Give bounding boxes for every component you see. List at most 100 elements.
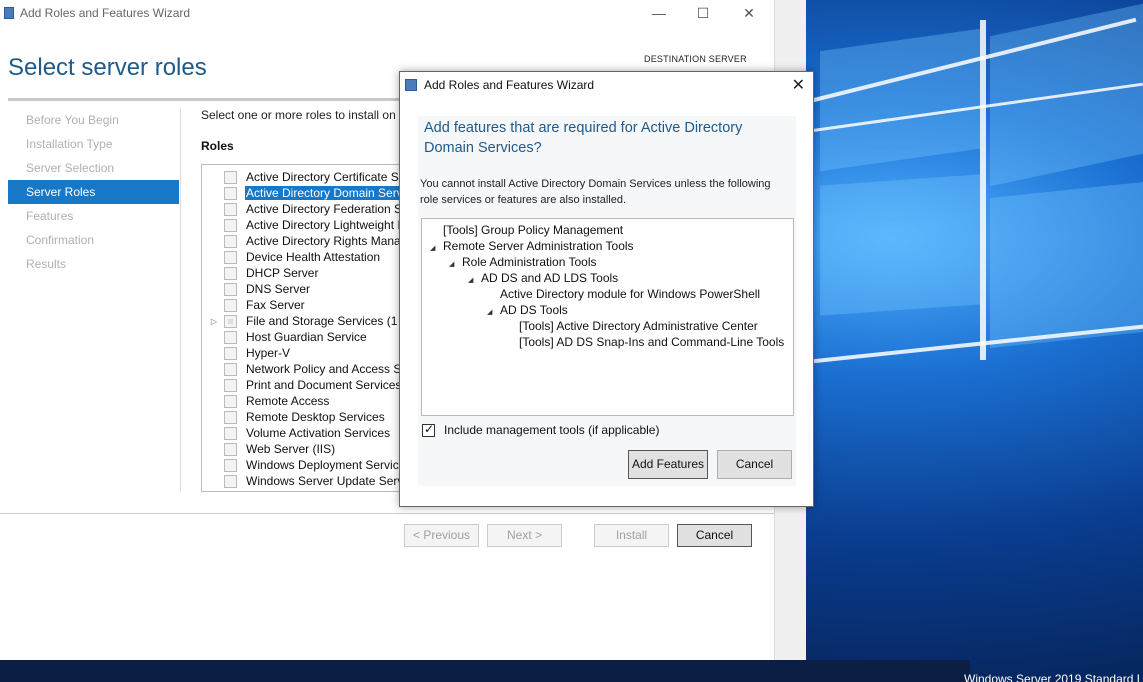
next-button[interactable]: Next > bbox=[487, 524, 562, 547]
role-checkbox[interactable] bbox=[224, 298, 237, 312]
include-tools-checkbox[interactable] bbox=[422, 422, 435, 437]
role-checkbox[interactable] bbox=[224, 218, 237, 232]
role-checkbox[interactable] bbox=[224, 314, 237, 328]
collapse-icon[interactable]: ◢ bbox=[487, 305, 495, 321]
role-label: DHCP Server bbox=[246, 266, 319, 280]
role-label: Fax Server bbox=[246, 298, 305, 312]
role-label: Windows Server Update Servi bbox=[246, 474, 407, 488]
role-item[interactable]: Device Health Attestation bbox=[202, 249, 381, 265]
role-item[interactable]: ▷ File and Storage Services (1 o bbox=[202, 313, 408, 329]
close-icon[interactable]: ✕ bbox=[792, 75, 805, 95]
role-checkbox[interactable] bbox=[224, 202, 237, 216]
install-button[interactable]: Install bbox=[594, 524, 669, 547]
nav-item-installation-type[interactable]: Installation Type bbox=[8, 132, 179, 156]
role-item[interactable]: Network Policy and Access Se bbox=[202, 361, 409, 377]
include-tools-option[interactable]: Include management tools (if applicable) bbox=[422, 422, 659, 437]
required-features-tree[interactable]: [Tools] Group Policy Management ◢ Remote … bbox=[421, 218, 794, 416]
tree-node[interactable]: ◢ AD DS Tools bbox=[487, 302, 568, 318]
role-checkbox[interactable] bbox=[224, 346, 237, 360]
role-checkbox[interactable] bbox=[224, 234, 237, 248]
wizard-icon bbox=[4, 7, 14, 19]
tree-node[interactable]: ◢ Role Administration Tools bbox=[449, 254, 597, 270]
wizard-nav: Before You Begin Installation Type Serve… bbox=[8, 108, 179, 276]
role-label: Remote Desktop Services bbox=[246, 410, 385, 424]
cancel-button[interactable]: Cancel bbox=[677, 524, 752, 547]
role-label: Active Directory Certificate Se bbox=[246, 170, 406, 184]
tree-node: Active Directory module for Windows Powe… bbox=[500, 287, 761, 301]
role-item[interactable]: Fax Server bbox=[202, 297, 306, 313]
role-item[interactable]: Active Directory Domain Serv bbox=[202, 185, 404, 201]
role-checkbox[interactable] bbox=[224, 282, 237, 296]
nav-item-confirmation[interactable]: Confirmation bbox=[8, 228, 179, 252]
nav-item-server-selection[interactable]: Server Selection bbox=[8, 156, 179, 180]
dialog-cancel-button[interactable]: Cancel bbox=[717, 450, 792, 479]
add-features-button[interactable]: Add Features bbox=[628, 450, 708, 479]
page-title: Select server roles bbox=[8, 54, 207, 81]
role-item[interactable]: Active Directory Certificate Se bbox=[202, 169, 406, 185]
role-item[interactable]: Active Directory Lightweight I bbox=[202, 217, 402, 233]
minimize-icon[interactable]: — bbox=[636, 0, 682, 26]
role-item[interactable]: Host Guardian Service bbox=[202, 329, 368, 345]
role-item[interactable]: Active Directory Rights Mana bbox=[202, 233, 402, 249]
collapse-icon[interactable]: ◢ bbox=[430, 241, 438, 257]
close-icon[interactable]: ✕ bbox=[726, 0, 772, 26]
dialog-titlebar[interactable]: Add Roles and Features Wizard ✕ bbox=[400, 72, 813, 98]
role-label: Host Guardian Service bbox=[246, 330, 367, 344]
role-label: Device Health Attestation bbox=[246, 250, 381, 264]
role-item[interactable]: Remote Access bbox=[202, 393, 330, 409]
role-item[interactable]: Hyper-V bbox=[202, 345, 291, 361]
previous-button[interactable]: < Previous bbox=[404, 524, 479, 547]
role-label: Active Directory Lightweight I bbox=[246, 218, 401, 232]
role-label: Hyper-V bbox=[246, 346, 291, 360]
role-item[interactable]: DNS Server bbox=[202, 281, 311, 297]
role-item[interactable]: Windows Deployment Service bbox=[202, 457, 406, 473]
os-watermark: Windows Server 2019 Standard Ev bbox=[964, 672, 1139, 682]
nav-item-before-you-begin[interactable]: Before You Begin bbox=[8, 108, 179, 132]
role-label: Active Directory Domain Serv bbox=[245, 186, 404, 200]
tree-node: [Tools] AD DS Snap-Ins and Command-Line … bbox=[519, 335, 785, 349]
role-item[interactable]: DHCP Server bbox=[202, 265, 319, 281]
tree-node[interactable]: ◢ AD DS and AD LDS Tools bbox=[468, 270, 618, 286]
role-label: Active Directory Rights Mana bbox=[246, 234, 401, 248]
role-item[interactable]: Windows Server Update Servi bbox=[202, 473, 407, 489]
role-checkbox[interactable] bbox=[224, 186, 237, 200]
role-item[interactable]: Web Server (IIS) bbox=[202, 441, 336, 457]
role-item[interactable]: Volume Activation Services bbox=[202, 425, 391, 441]
role-label: Remote Access bbox=[246, 394, 330, 408]
tree-node: [Tools] Active Directory Administrative … bbox=[519, 319, 758, 333]
collapse-icon[interactable]: ◢ bbox=[449, 257, 457, 273]
light-beam bbox=[980, 20, 986, 360]
role-checkbox[interactable] bbox=[224, 330, 237, 344]
role-checkbox[interactable] bbox=[224, 250, 237, 264]
main-titlebar[interactable]: Add Roles and Features Wizard — ☐ ✕ bbox=[0, 0, 805, 26]
instruction-text: Select one or more roles to install on bbox=[201, 108, 396, 122]
role-checkbox[interactable] bbox=[224, 442, 237, 456]
tree-node[interactable]: ◢ Remote Server Administration Tools bbox=[430, 238, 634, 254]
role-label: Windows Deployment Service bbox=[246, 458, 406, 472]
role-item[interactable]: Remote Desktop Services bbox=[202, 409, 386, 425]
role-item[interactable]: Print and Document Services bbox=[202, 377, 402, 393]
collapse-icon[interactable]: ◢ bbox=[468, 273, 476, 289]
role-checkbox[interactable] bbox=[224, 394, 237, 408]
role-checkbox[interactable] bbox=[224, 458, 237, 472]
roles-list[interactable]: Active Directory Certificate Se Active D… bbox=[201, 164, 431, 492]
roles-heading: Roles bbox=[201, 139, 234, 153]
role-item[interactable]: Active Directory Federation S bbox=[202, 201, 403, 217]
expand-icon[interactable]: ▷ bbox=[209, 317, 219, 326]
role-checkbox[interactable] bbox=[224, 410, 237, 424]
role-checkbox[interactable] bbox=[224, 170, 237, 184]
nav-item-results[interactable]: Results bbox=[8, 252, 179, 276]
role-checkbox[interactable] bbox=[224, 378, 237, 392]
role-checkbox[interactable] bbox=[224, 426, 237, 440]
window-logo-pane bbox=[820, 174, 980, 316]
nav-item-server-roles[interactable]: Server Roles bbox=[8, 180, 179, 204]
nav-item-features[interactable]: Features bbox=[8, 204, 179, 228]
role-label: Print and Document Services bbox=[246, 378, 402, 392]
dialog-title: Add Roles and Features Wizard bbox=[424, 78, 595, 92]
light-beam bbox=[805, 324, 1143, 364]
role-checkbox[interactable] bbox=[224, 362, 237, 376]
maximize-icon[interactable]: ☐ bbox=[680, 0, 726, 26]
role-checkbox[interactable] bbox=[224, 474, 237, 488]
role-checkbox[interactable] bbox=[224, 266, 237, 280]
window-logo-pane bbox=[820, 28, 980, 172]
